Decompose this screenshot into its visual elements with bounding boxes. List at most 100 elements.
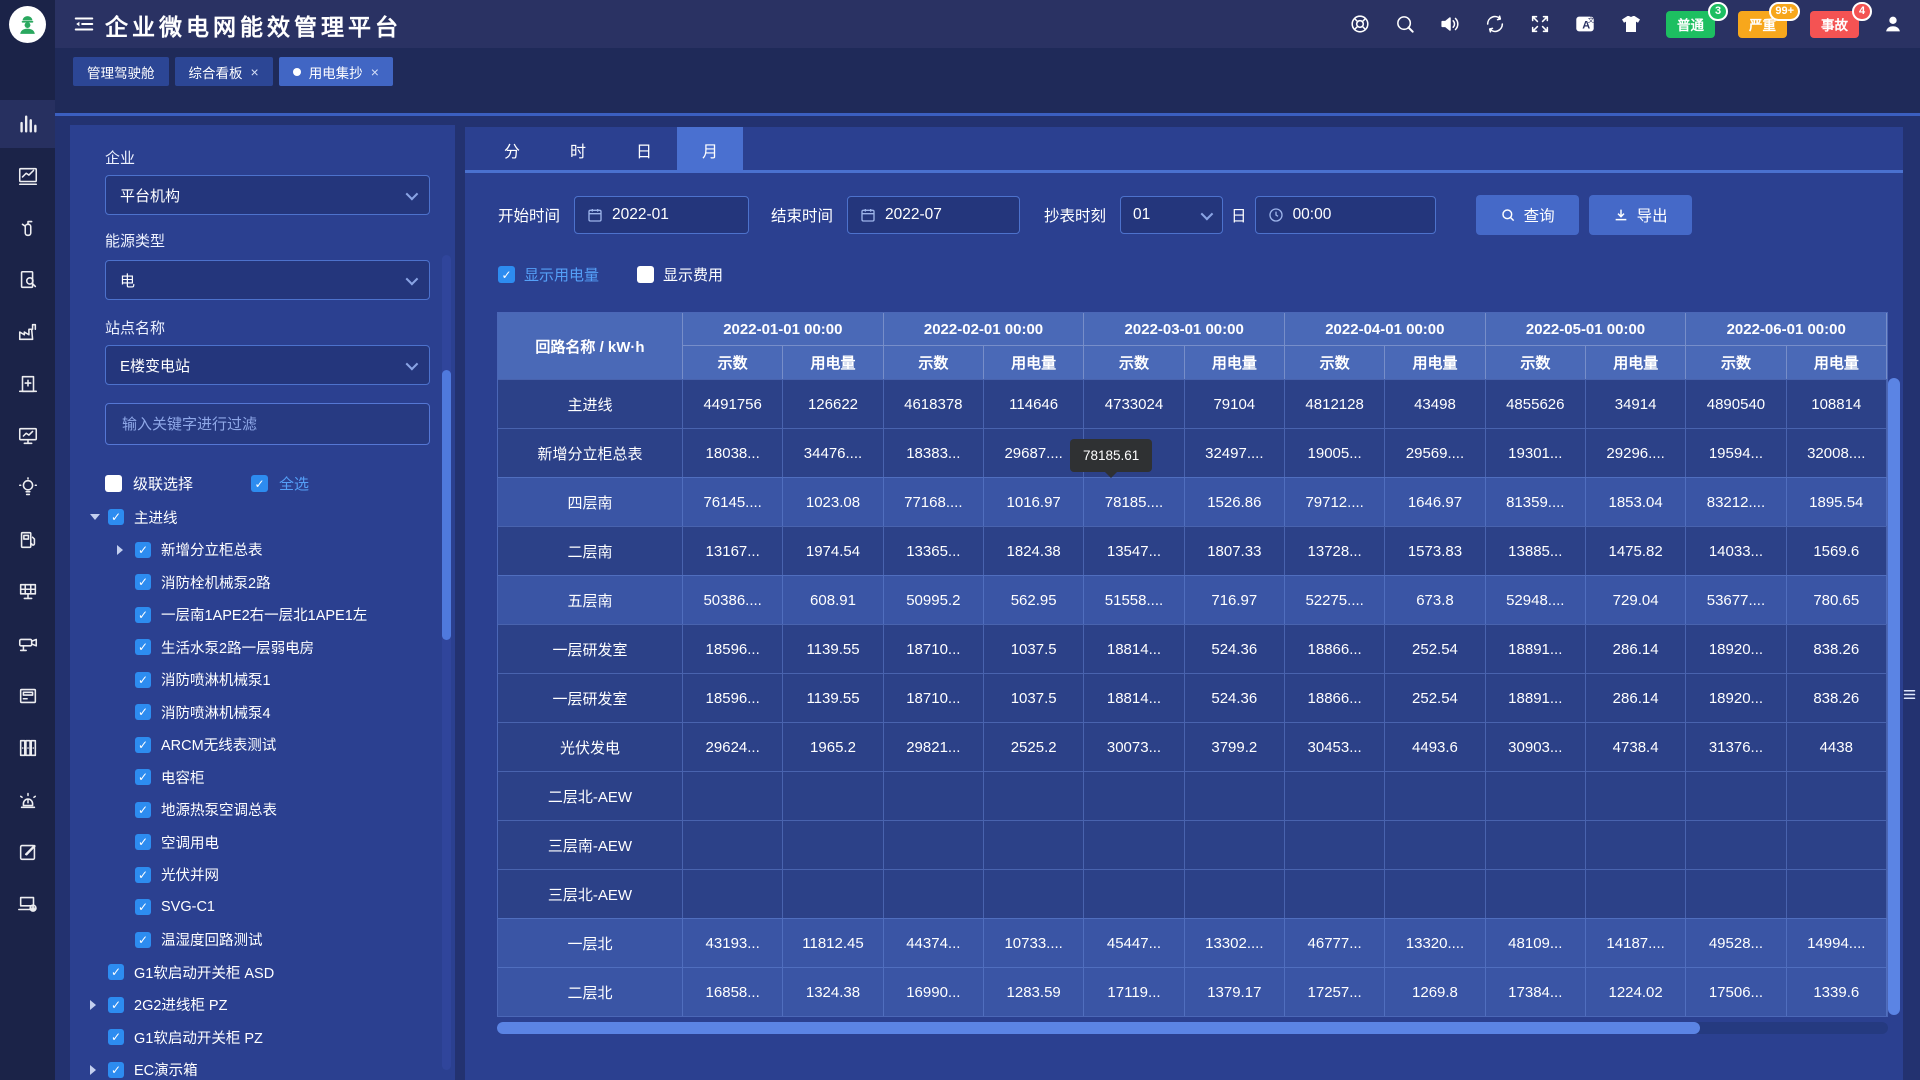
sidebar-item-surveillance-camera[interactable] [0, 620, 55, 668]
panel-collapse-handle[interactable] [1901, 683, 1918, 705]
tree-item-checkbox[interactable]: ✓ [108, 964, 124, 980]
sidebar-item-edit[interactable] [0, 828, 55, 876]
table-horizontal-scrollbar-thumb[interactable] [497, 1022, 1700, 1034]
table-row[interactable]: 二层南13167...1974.5413365...1824.3813547..… [498, 526, 1887, 575]
tree-item[interactable]: ✓消防喷淋机械泵1 [70, 664, 405, 697]
translate-icon[interactable]: A文 [1574, 13, 1596, 35]
period-tab-日[interactable]: 日 [611, 127, 677, 173]
tree-item[interactable]: ✓ARCM无线表测试 [70, 729, 405, 762]
energy-type-select[interactable]: 电 [105, 260, 430, 300]
tree-item[interactable]: ✓G1软启动开关柜 PZ [70, 1021, 405, 1054]
tree-item-checkbox[interactable]: ✓ [135, 867, 151, 883]
tree-item-checkbox[interactable]: ✓ [135, 542, 151, 558]
sidebar-item-solar-panel[interactable] [0, 568, 55, 616]
caret-right-icon[interactable] [90, 1065, 96, 1075]
sidebar-item-bulb[interactable] [0, 464, 55, 512]
end-time-input[interactable]: 2022-07 [847, 196, 1020, 234]
tree-item-checkbox[interactable]: ✓ [135, 704, 151, 720]
tree-item[interactable]: ✓温湿度回路测试 [70, 924, 405, 957]
alarm-badge-普通[interactable]: 普通3 [1666, 11, 1715, 38]
tree-item[interactable]: ✓2G2进线柜 PZ [70, 989, 405, 1022]
sidebar-item-trend-chart[interactable] [0, 152, 55, 200]
alarm-badge-严重[interactable]: 严重99+ [1738, 11, 1787, 38]
refresh-icon[interactable] [1484, 13, 1506, 35]
nav-tab[interactable]: 用电集抄× [279, 57, 393, 86]
tree-item-checkbox[interactable]: ✓ [135, 672, 151, 688]
tree-scrollbar-track[interactable] [442, 255, 451, 1070]
tree-filter-input[interactable] [105, 403, 430, 445]
volume-icon[interactable] [1439, 13, 1461, 35]
customer-service-icon[interactable] [1349, 13, 1371, 35]
meter-day-select[interactable]: 01 [1120, 196, 1223, 234]
sidebar-item-document-search[interactable] [0, 256, 55, 304]
sidebar-item-laptop-settings[interactable] [0, 880, 55, 928]
tree-item[interactable]: ✓消防喷淋机械泵4 [70, 696, 405, 729]
start-time-input[interactable]: 2022-01 [574, 196, 749, 234]
display-option-checkbox[interactable]: ✓ [498, 266, 515, 283]
company-select[interactable]: 平台机构 [105, 175, 430, 215]
fullscreen-icon[interactable] [1529, 13, 1551, 35]
table-row[interactable]: 一层研发室18596...1139.5518710...1037.518814.… [498, 673, 1887, 722]
caret-right-icon[interactable] [117, 545, 123, 555]
table-row[interactable]: 三层南-AEW [498, 820, 1887, 869]
tree-item[interactable]: ✓地源热泵空调总表 [70, 794, 405, 827]
tree-item[interactable]: ✓新增分立柜总表 [70, 534, 405, 567]
query-button[interactable]: 查询 [1476, 195, 1579, 235]
tree-item[interactable]: ✓空调用电 [70, 826, 405, 859]
period-tab-时[interactable]: 时 [545, 127, 611, 173]
tree-item-checkbox[interactable]: ✓ [108, 997, 124, 1013]
sidebar-item-monitor-chart[interactable] [0, 412, 55, 460]
table-row[interactable]: 光伏发电29624...1965.229821...2525.230073...… [498, 722, 1887, 771]
search-icon[interactable] [1394, 13, 1416, 35]
tree-item[interactable]: ✓G1软启动开关柜 ASD [70, 956, 405, 989]
table-row[interactable]: 新增分立柜总表18038...34476....18383...29687...… [498, 428, 1887, 477]
caret-right-icon[interactable] [90, 1000, 96, 1010]
theme-shirt-icon[interactable] [1619, 12, 1643, 36]
sidebar-item-fire-extinguisher[interactable] [0, 204, 55, 252]
tree-item[interactable]: ✓主进线 [70, 501, 405, 534]
select-all-checkbox[interactable]: ✓ [251, 475, 268, 492]
tree-item-checkbox[interactable]: ✓ [135, 737, 151, 753]
cascade-checkbox[interactable] [105, 475, 122, 492]
table-row[interactable]: 一层研发室18596...1139.5518710...1037.518814.… [498, 624, 1887, 673]
sidebar-item-hospital-building[interactable] [0, 360, 55, 408]
tree-item-checkbox[interactable]: ✓ [135, 834, 151, 850]
table-row[interactable]: 四层南76145....1023.0877168....1016.9778185… [498, 477, 1887, 526]
meter-clock-input[interactable]: 00:00 [1255, 196, 1436, 234]
close-icon[interactable]: × [371, 65, 379, 79]
user-icon[interactable] [1882, 13, 1904, 35]
tree-scrollbar-thumb[interactable] [442, 370, 451, 640]
sidebar-item-factory[interactable] [0, 308, 55, 356]
sidebar-item-archive-cabinet[interactable] [0, 724, 55, 772]
table-row[interactable]: 二层北16858...1324.3816990...1283.5917119..… [498, 967, 1887, 1016]
alarm-badge-事故[interactable]: 事故4 [1810, 11, 1859, 38]
table-row[interactable]: 五层南50386....608.9150995.2562.9551558....… [498, 575, 1887, 624]
menu-collapse-icon[interactable] [73, 13, 95, 40]
tree-item-checkbox[interactable]: ✓ [135, 932, 151, 948]
period-tab-月[interactable]: 月 [677, 127, 743, 173]
tree-item-checkbox[interactable]: ✓ [135, 769, 151, 785]
tree-item-checkbox[interactable]: ✓ [135, 574, 151, 590]
tree-item[interactable]: ✓电容柜 [70, 761, 405, 794]
tree-item-checkbox[interactable]: ✓ [135, 802, 151, 818]
tree-item-checkbox[interactable]: ✓ [135, 639, 151, 655]
table-row[interactable]: 主进线4491756126622461837811464647330247910… [498, 379, 1887, 428]
tree-item[interactable]: ✓光伏并网 [70, 859, 405, 892]
tree-item-checkbox[interactable]: ✓ [135, 607, 151, 623]
period-tab-分[interactable]: 分 [479, 127, 545, 173]
tree-item[interactable]: ✓EC演示箱 [70, 1054, 405, 1080]
table-row[interactable]: 三层北-AEW [498, 869, 1887, 918]
close-icon[interactable]: × [251, 65, 259, 79]
tree-item[interactable]: ✓一层南1APE2右一层北1APE1左 [70, 599, 405, 632]
export-button[interactable]: 导出 [1589, 195, 1692, 235]
table-vertical-scrollbar[interactable] [1888, 378, 1900, 1015]
sidebar-item-bar-chart[interactable] [0, 100, 55, 148]
sidebar-item-alarm-beacon[interactable] [0, 776, 55, 824]
sidebar-item-control-panel[interactable] [0, 672, 55, 720]
display-option-checkbox[interactable] [637, 266, 654, 283]
tree-item-checkbox[interactable]: ✓ [135, 899, 151, 915]
station-select[interactable]: E楼变电站 [105, 345, 430, 385]
tree-item-checkbox[interactable]: ✓ [108, 1062, 124, 1078]
app-logo[interactable] [9, 6, 46, 43]
table-row[interactable]: 一层北43193...11812.4544374...10733....4544… [498, 918, 1887, 967]
